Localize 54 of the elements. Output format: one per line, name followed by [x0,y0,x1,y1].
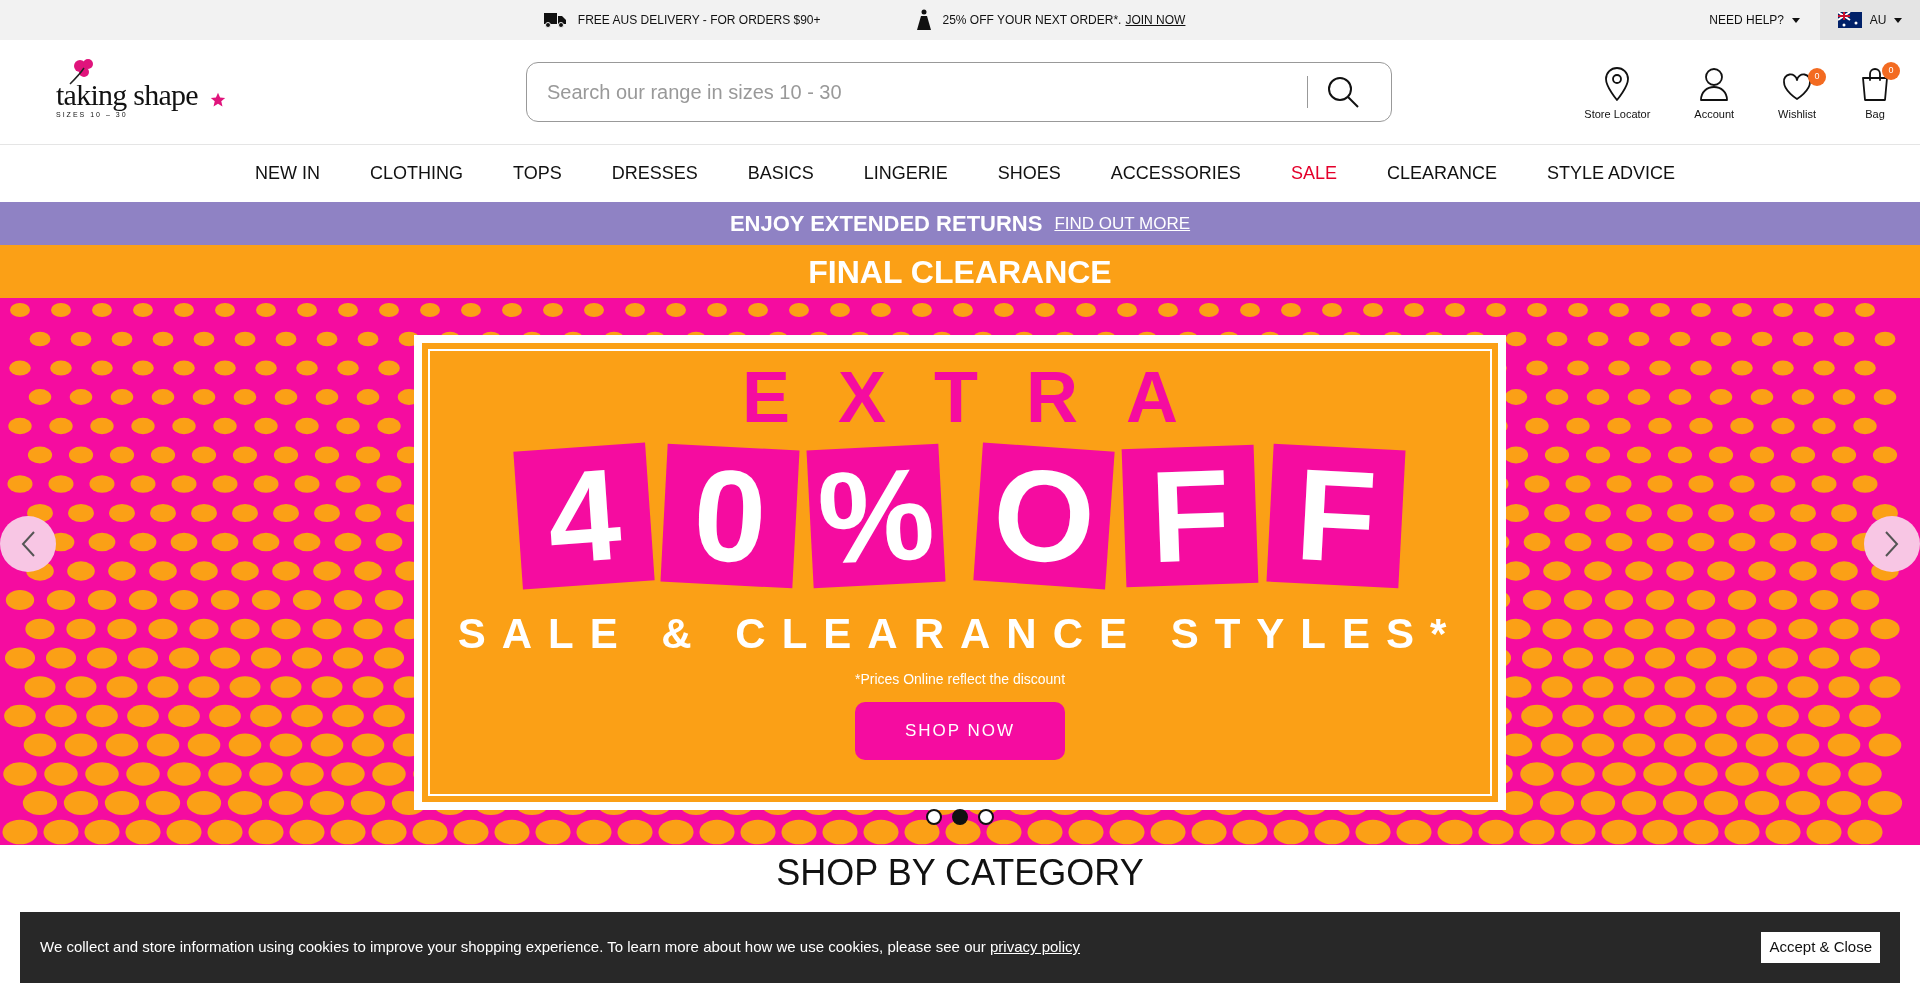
flag-icon [1837,12,1862,28]
previous-slide-button[interactable] [0,516,56,572]
caret-icon [1894,17,1903,23]
nav-link[interactable]: CLEARANCE [1386,160,1497,187]
nav-link[interactable]: STYLE ADVICE [1546,160,1675,187]
logo-text: taking shape [56,79,198,110]
chevron-right-icon [1884,530,1900,558]
section-heading: SHOP BY CATEGORY [776,851,1144,895]
count-badge: 0 [1808,67,1826,86]
user-icon [1698,65,1731,102]
clearance-title: FINAL CLEARANCE [808,252,1112,292]
next-slide-button[interactable] [1864,516,1920,572]
offer-tile: 0 [660,443,800,589]
offer-tile: O [973,442,1115,590]
nav-link[interactable]: SHOES [997,160,1061,187]
privacy-policy-link[interactable]: privacy policy [990,938,1080,956]
nav-link[interactable]: DRESSES [611,160,698,187]
search-field[interactable]: Search our range in sizes 10 - 30 [526,62,1392,122]
header-action[interactable]: Account [1684,61,1745,123]
nav-link[interactable]: CLOTHING [370,160,463,187]
returns-text: ENJOY EXTENDED RETURNS [729,210,1043,238]
shop-now-button[interactable]: SHOP NOW [855,702,1065,760]
offer-tile: 4 [513,442,655,590]
sale-subtitle: SALE & CLEARANCE STYLES* [457,613,1463,655]
extra-text: EXTRA [741,361,1226,433]
shopping-bag-icon [1860,65,1890,102]
nav-link[interactable]: NEW IN [255,160,320,187]
header-action[interactable]: Store Locator [1574,61,1661,123]
promo-text: FREE AUS DELIVERY - FOR ORDERS $90+ [577,12,821,29]
nav-link[interactable]: SALE [1290,160,1337,187]
header-action[interactable]: 0 Wishlist [1768,67,1826,123]
prices-note: *Prices Online reflect the discount [854,670,1066,689]
chevron-left-icon [20,530,36,558]
offer-tile: F [1266,443,1406,589]
truck-icon [543,12,566,28]
cookie-text: We collect and store information using cookies to improve your shopping experience. To learn more about how we use cookies, please see our privacy policy [40,937,1080,958]
nav-link[interactable]: BASICS [747,160,814,187]
star-icon [209,92,226,109]
join-now-link[interactable]: JOIN NOW [1125,11,1186,29]
heart-icon [1781,71,1814,102]
offer-tile: % [806,443,946,589]
promo-text: 25% OFF YOUR NEXT ORDER*. [942,12,1122,29]
accept-close-button[interactable]: Accept & Close [1761,932,1880,963]
dress-figure-icon [916,9,931,31]
country-selector[interactable]: AU [1820,0,1920,40]
nav-link[interactable]: ACCESSORIES [1110,160,1241,187]
count-badge: 0 [1882,61,1900,80]
nav-link[interactable]: LINGERIE [863,160,948,187]
offer-tile: F [1121,444,1259,588]
need-help-dropdown[interactable]: NEED HELP? [1709,11,1800,29]
search-icon[interactable] [1326,75,1360,109]
header-action[interactable]: 0 Bag [1850,61,1900,123]
nav-link[interactable]: TOPS [513,160,562,187]
caret-icon [1792,17,1800,23]
